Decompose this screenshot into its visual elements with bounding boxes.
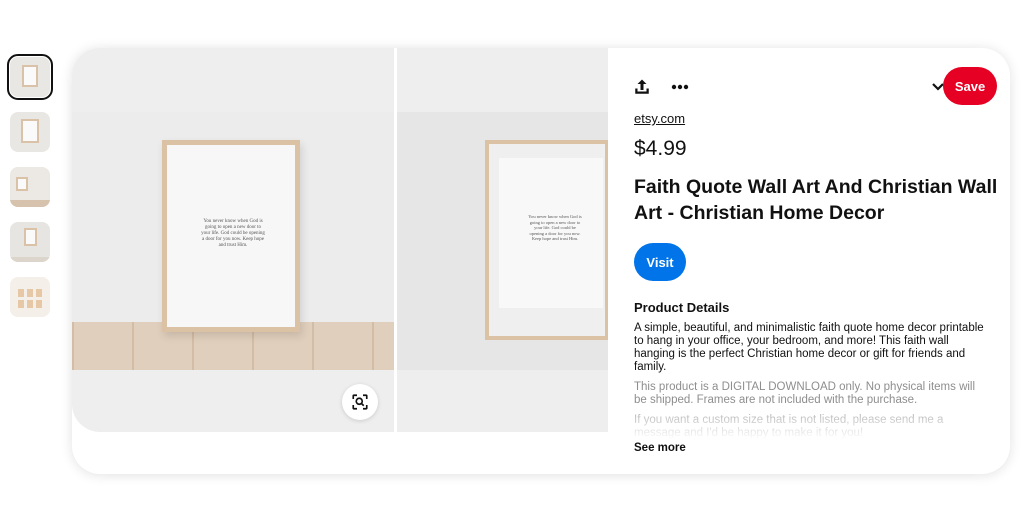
share-icon [635, 79, 649, 94]
thumbnail-floor [10, 200, 50, 207]
source-link[interactable]: etsy.com [634, 111, 685, 126]
quote-print-text: You never know when God is going to open… [528, 214, 582, 241]
more-dots-icon [671, 84, 689, 90]
share-button[interactable] [628, 73, 656, 101]
thumbnail-frame-image [24, 228, 37, 246]
visit-button[interactable]: Visit [634, 243, 686, 281]
picture-frame: You never know when God is going to open… [162, 140, 300, 332]
pin-toolbar: Save [608, 67, 1010, 107]
thumbnail-frame-image [21, 119, 39, 143]
thumbnail-4[interactable] [10, 222, 50, 262]
more-options-button[interactable] [666, 73, 694, 101]
product-details-heading: Product Details [634, 300, 730, 315]
product-description-faded: If you want a custom size that is not li… [634, 414, 944, 439]
pin-details-panel: Save etsy.com $4.99 Faith Quote Wall Art… [608, 48, 1010, 474]
thumbnail-5[interactable] [10, 277, 50, 317]
pin-title: Faith Quote Wall Art And Christian Wall … [634, 176, 998, 224]
thumbnail-3[interactable] [10, 167, 50, 207]
thumbnail-swatch [18, 300, 24, 308]
thumbnail-frame-image [16, 177, 28, 191]
thumbnail-swatch [36, 289, 42, 297]
thumbnail-2[interactable] [10, 112, 50, 152]
thumbnail-swatch [27, 289, 33, 297]
see-more-link[interactable]: See more [634, 442, 692, 454]
frame-mat: You never know when God is going to open… [499, 158, 603, 308]
visual-search-icon [352, 394, 368, 410]
picture-frame: You never know when God is going to open… [485, 140, 608, 340]
thumbnail-rail [7, 54, 53, 332]
visual-search-button[interactable] [342, 384, 378, 420]
product-description: A simple, beautiful, and minimalistic fa… [634, 322, 984, 373]
thumbnail-swatch [18, 289, 24, 297]
thumbnail-1[interactable] [7, 54, 53, 100]
product-photo-left: You never know when God is going to open… [72, 48, 394, 432]
pin-card: You never know when God is going to open… [72, 48, 1010, 474]
product-price: $4.99 [634, 137, 687, 160]
product-description-note: This product is a DIGITAL DOWNLOAD only.… [634, 381, 976, 406]
save-button[interactable]: Save [943, 67, 997, 105]
thumbnail-frame-image [22, 65, 38, 87]
thumbnail-floor [10, 257, 50, 262]
thumbnail-swatch [36, 300, 42, 308]
thumbnail-swatch [27, 300, 33, 308]
pin-image-area[interactable]: You never know when God is going to open… [72, 48, 608, 432]
quote-print-text: You never know when God is going to open… [201, 219, 265, 248]
product-photo-right: You never know when God is going to open… [397, 48, 608, 432]
